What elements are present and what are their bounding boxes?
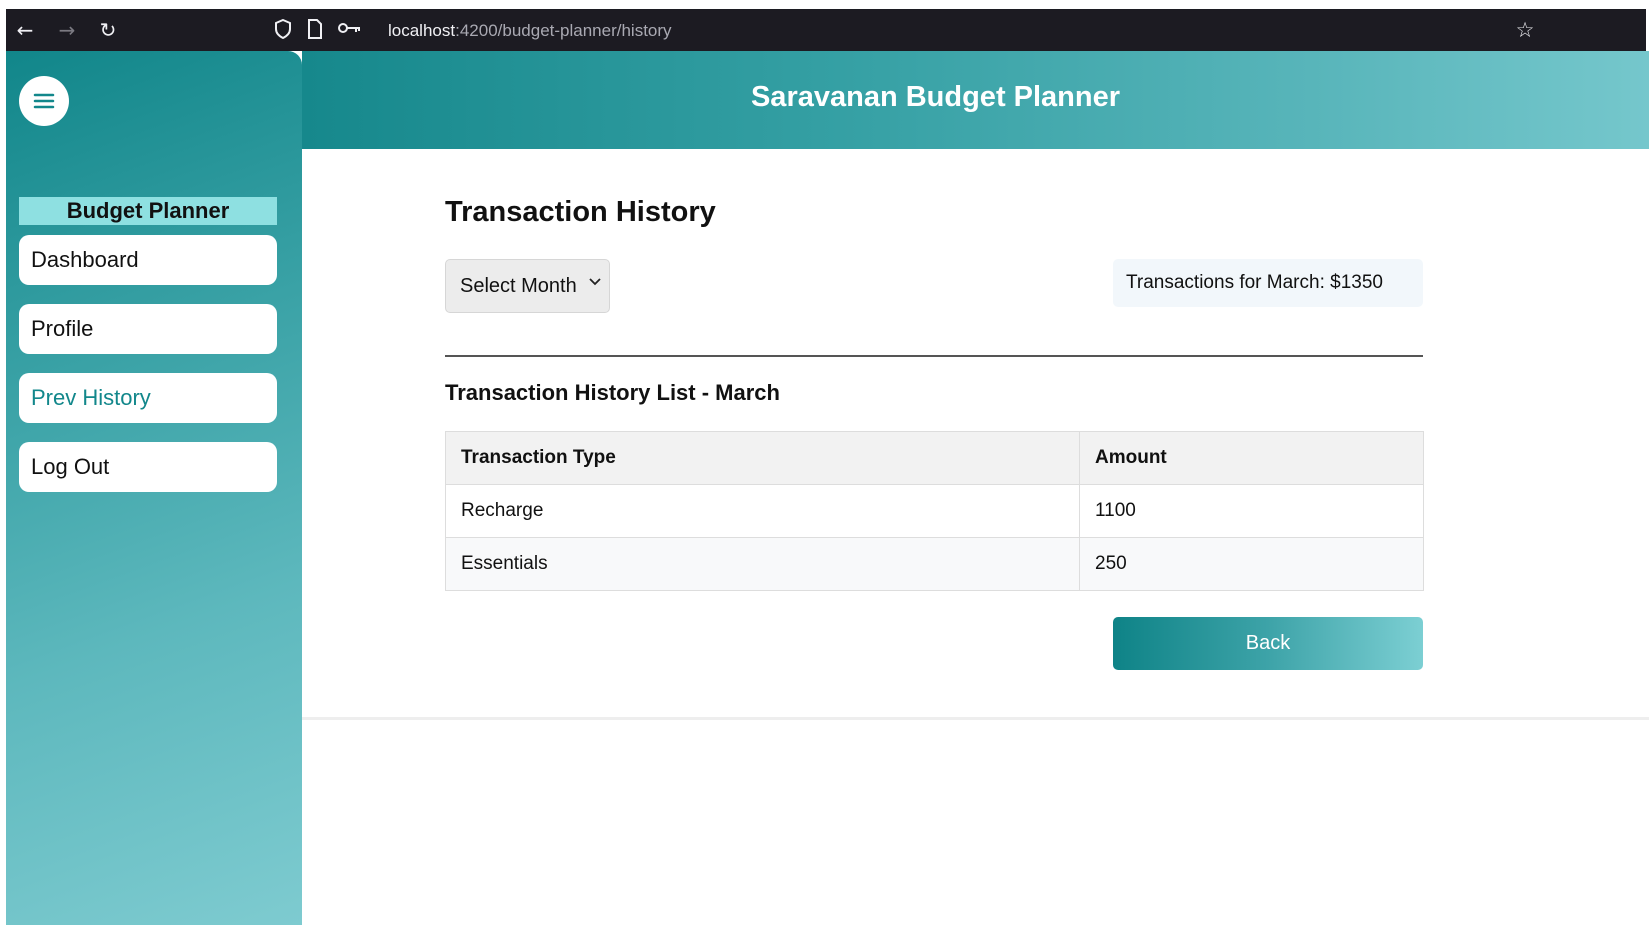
sidebar-item-profile[interactable]: Profile — [19, 304, 277, 354]
sidebar-item-prev-history[interactable]: Prev History — [19, 373, 277, 423]
back-button[interactable]: Back — [1113, 617, 1423, 670]
table-row: Recharge 1100 — [445, 484, 1424, 538]
table-row: Essentials 250 — [445, 537, 1424, 591]
back-arrow-icon[interactable]: ← — [12, 17, 38, 43]
app-title: Saravanan Budget Planner — [750, 81, 1121, 113]
chevron-down-icon — [589, 274, 601, 290]
reload-icon[interactable]: ↻ — [95, 17, 121, 43]
monthly-total-summary: Transactions for March: $1350 — [1113, 259, 1423, 307]
sidebar-heading: Budget Planner — [19, 197, 277, 225]
app-header: Saravanan Budget Planner — [302, 51, 1649, 149]
sidebar-item-dashboard[interactable]: Dashboard — [19, 235, 277, 285]
address-bar[interactable]: localhost:4200/budget-planner/history ☆ — [275, 13, 1548, 47]
transaction-list-title: Transaction History List - March — [445, 380, 780, 405]
content-bottom-border — [302, 717, 1649, 720]
amount-cell: 1100 — [1079, 484, 1424, 538]
page-icon — [304, 19, 326, 41]
bookmark-star-icon[interactable]: ☆ — [1512, 17, 1538, 43]
monthly-total-text: Transactions for March: $1350 — [1126, 272, 1383, 293]
amount-cell: 250 — [1079, 537, 1424, 591]
hamburger-icon — [33, 93, 55, 109]
transaction-type-cell: Recharge — [445, 484, 1080, 538]
app-frame: ← → ↻ localhost:4200/budget-planner/hist… — [0, 0, 1649, 925]
url-path: :4200/budget-planner/history — [455, 21, 672, 40]
sidebar: Budget Planner Dashboard Profile Prev Hi… — [6, 51, 302, 925]
column-header-amount: Amount — [1079, 431, 1424, 485]
sidebar-item-log-out[interactable]: Log Out — [19, 442, 277, 492]
url-host: localhost — [388, 21, 456, 40]
shield-icon[interactable] — [272, 18, 294, 41]
url-text[interactable]: localhost:4200/budget-planner/history — [388, 21, 672, 41]
key-icon[interactable] — [338, 19, 360, 41]
month-select[interactable]: Select Month — [445, 259, 610, 313]
forward-arrow-icon[interactable]: → — [54, 17, 80, 43]
month-select-value: Select Month — [460, 275, 577, 297]
browser-toolbar: ← → ↻ localhost:4200/budget-planner/hist… — [6, 9, 1646, 51]
transaction-table: Transaction Type Amount Recharge 1100 Es… — [445, 431, 1424, 591]
page-title: Transaction History — [445, 196, 716, 228]
table-header-row: Transaction Type Amount — [445, 431, 1424, 485]
column-header-transaction-type: Transaction Type — [445, 431, 1080, 485]
section-divider — [445, 355, 1423, 357]
menu-toggle-button[interactable] — [19, 76, 69, 126]
transaction-type-cell: Essentials — [445, 537, 1080, 591]
